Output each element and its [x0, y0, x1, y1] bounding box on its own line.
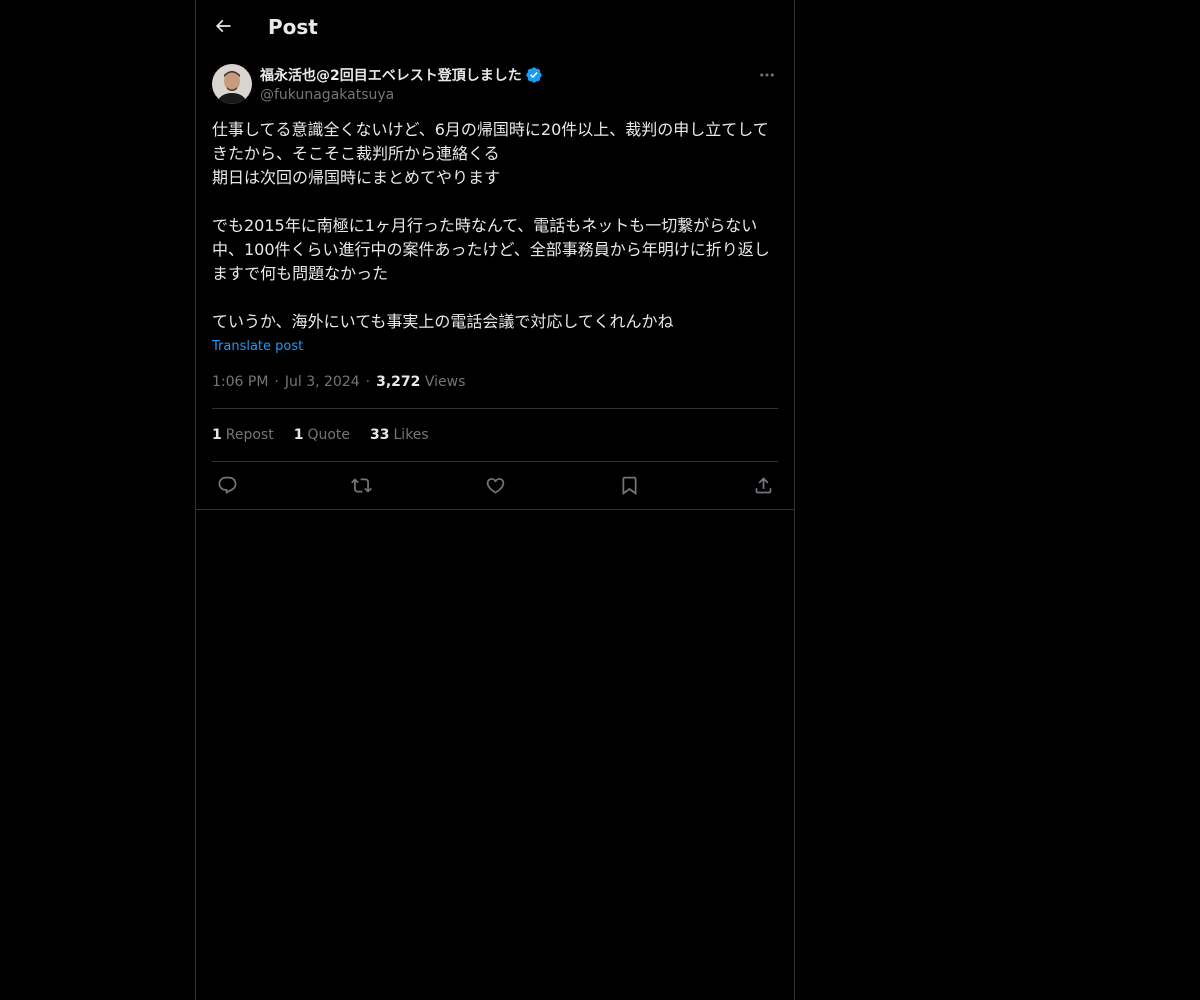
action-bar [212, 474, 778, 496]
likes-stat[interactable]: 33 Likes [370, 425, 429, 445]
repost-button[interactable] [350, 474, 372, 496]
views-label: Views [424, 374, 466, 390]
reply-icon [218, 476, 236, 494]
bookmark-button[interactable] [618, 474, 640, 496]
author-display-name[interactable]: 福永活也@2回目エベレスト登頂しました [260, 65, 522, 85]
quotes-stat[interactable]: 1 Quote [294, 425, 350, 445]
avatar-image [212, 64, 252, 104]
repost-icon [350, 477, 372, 493]
reposts-label: Repost [225, 427, 274, 443]
quotes-label: Quote [307, 427, 351, 443]
reposts-count: 1 [212, 427, 222, 443]
engagement-stats: 1 Repost 1 Quote 33 Likes [212, 425, 449, 445]
author-handle[interactable]: @fukunagakatsuya [260, 86, 543, 104]
views-count: 3,272 [376, 374, 421, 390]
post-bottom-border [196, 509, 794, 510]
author-block: 福永活也@2回目エベレスト登頂しました @fukunagakatsuya [260, 64, 543, 104]
meta-separator: · [365, 374, 371, 390]
verified-badge-icon [525, 66, 543, 84]
more-horizontal-icon [760, 73, 774, 77]
heart-icon [486, 477, 504, 494]
page-title: Post [268, 15, 318, 39]
top-bar: Post [196, 0, 794, 53]
divider [212, 408, 778, 409]
post-date[interactable]: Jul 3, 2024 [285, 374, 360, 390]
bookmark-icon [622, 476, 636, 495]
like-button[interactable] [484, 474, 506, 496]
share-icon [755, 476, 771, 493]
main-column: Post 福永活也@2回目エベレスト登頂しました @fukunagakatsuy… [195, 0, 795, 1000]
display-name-row: 福永活也@2回目エベレスト登頂しました [260, 64, 543, 86]
post-meta: 1:06 PM · Jul 3, 2024 · 3,272 Views [212, 372, 465, 392]
translate-post-link[interactable]: Translate post [212, 338, 303, 356]
reposts-stat[interactable]: 1 Repost [212, 425, 274, 445]
divider [212, 461, 778, 462]
share-button[interactable] [752, 474, 774, 496]
post-time[interactable]: 1:06 PM [212, 374, 268, 390]
likes-count: 33 [370, 427, 390, 443]
arrow-left-icon [215, 19, 231, 33]
reply-button[interactable] [216, 474, 238, 496]
likes-label: Likes [393, 427, 429, 443]
post-text: 仕事してる意識全くないけど、6月の帰国時に20件以上、裁判の申し立てしてきたから… [212, 120, 770, 331]
quotes-count: 1 [293, 427, 304, 443]
more-options-button[interactable] [756, 66, 778, 84]
back-button[interactable] [212, 15, 234, 37]
meta-separator: · [274, 374, 279, 390]
avatar[interactable] [212, 64, 252, 104]
